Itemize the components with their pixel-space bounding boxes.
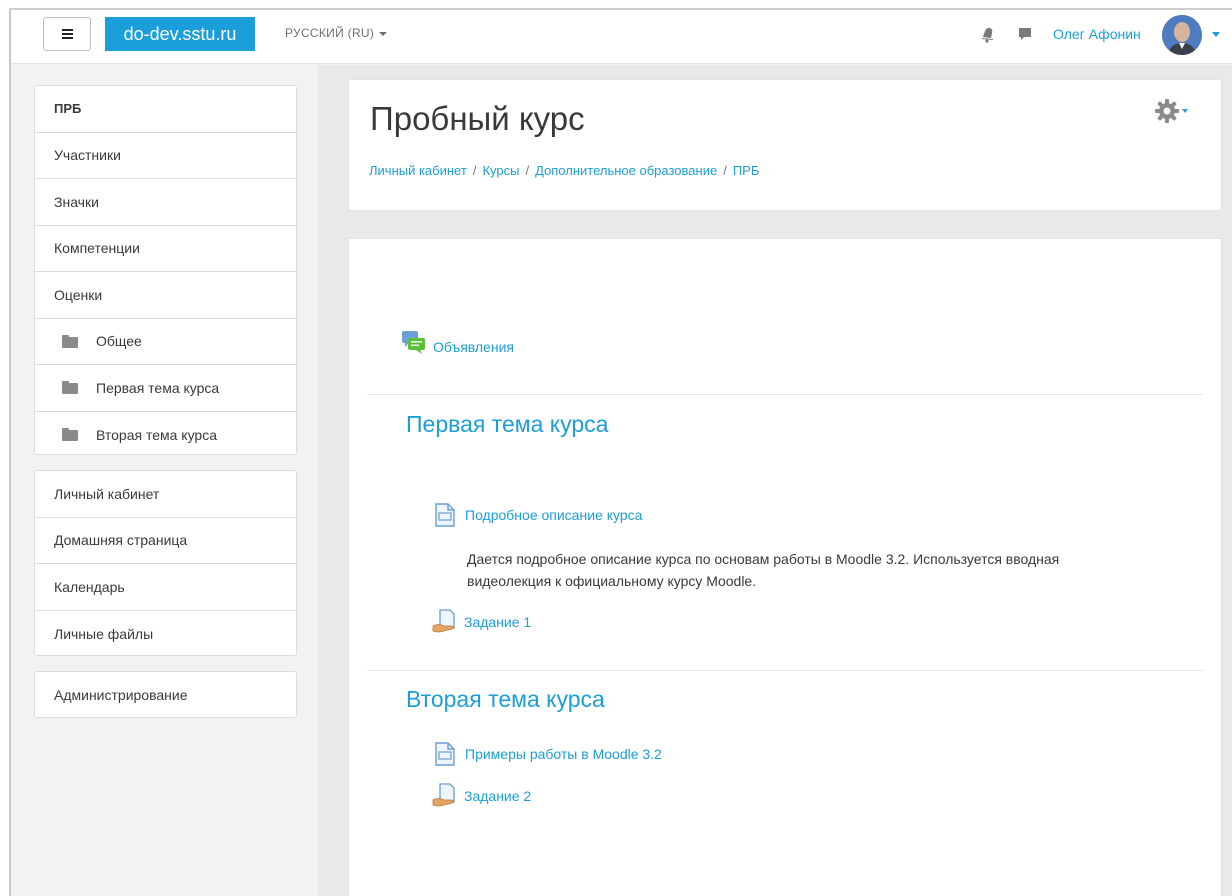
sidebar-item-label: ПРБ <box>54 101 82 117</box>
sidebar-item-label: Календарь <box>54 578 125 595</box>
user-name-link[interactable]: Олег Афонин <box>1053 26 1141 42</box>
language-menu[interactable]: РУССКИЙ (RU) <box>285 26 388 40</box>
top-navbar: do-dev.sstu.ru РУССКИЙ (RU) Олег Афонин <box>11 10 1232 64</box>
site-navigation-block: Личный кабинет Домашняя страница Календа… <box>34 470 297 656</box>
breadcrumb-link-dashboard[interactable]: Личный кабинет <box>369 163 467 178</box>
activity-page[interactable]: Подробное описание курса <box>434 503 642 527</box>
sidebar-item-label: Участники <box>54 147 121 164</box>
course-content: Объявления Первая тема курса Подробное о… <box>348 238 1222 896</box>
gear-icon[interactable] <box>1154 98 1180 124</box>
user-menu-chevron-icon[interactable] <box>1212 32 1220 37</box>
sidebar: ПРБ Участники Значки Компетенции Оценки … <box>11 65 318 896</box>
assignment-icon <box>432 609 455 633</box>
window-frame-left <box>0 0 9 896</box>
sidebar-item-badges[interactable]: Значки <box>35 179 296 226</box>
main-region: Пробный курс Личный кабинет / Курсы / Дополн… <box>318 65 1232 896</box>
activity-page[interactable]: Примеры работы в Moodle 3.2 <box>434 742 662 766</box>
breadcrumb-link-category[interactable]: Дополнительное образование <box>535 163 717 178</box>
chat-icon[interactable] <box>1017 26 1033 42</box>
sidebar-item-course[interactable]: ПРБ <box>35 86 296 133</box>
breadcrumb-separator: / <box>525 163 530 178</box>
sidebar-item-dashboard[interactable]: Личный кабинет <box>35 471 296 518</box>
site-name-link[interactable]: do-dev.sstu.ru <box>105 17 255 51</box>
user-avatar[interactable] <box>1162 15 1202 55</box>
sidebar-item-participants[interactable]: Участники <box>35 133 296 179</box>
assignment-icon <box>432 783 455 807</box>
page-title: Пробный курс <box>370 100 585 137</box>
sidebar-item-section-2[interactable]: Вторая тема курса <box>35 412 296 459</box>
sidebar-item-label: Компетенции <box>54 240 140 257</box>
breadcrumb-separator: / <box>472 163 477 178</box>
sidebar-item-label: Администрирование <box>54 687 188 704</box>
sidebar-item-administration[interactable]: Администрирование <box>35 672 296 719</box>
folder-icon <box>62 428 78 442</box>
section-title[interactable]: Первая тема курса <box>406 411 608 438</box>
page-icon <box>435 742 455 766</box>
course-navigation-block: ПРБ Участники Значки Компетенции Оценки … <box>34 85 297 455</box>
chevron-down-icon <box>379 31 388 36</box>
sidebar-item-calendar[interactable]: Календарь <box>35 564 296 611</box>
nav-drawer-toggle-button[interactable] <box>43 17 91 51</box>
activity-assignment[interactable]: Задание 1 <box>432 609 531 635</box>
sidebar-item-label: Первая тема курса <box>96 379 220 396</box>
sidebar-item-label: Вторая тема курса <box>96 426 217 443</box>
sidebar-item-label: Значки <box>54 193 99 210</box>
hamburger-icon <box>61 29 73 39</box>
sidebar-item-label: Общее <box>96 333 142 350</box>
sidebar-item-label: Домашняя страница <box>54 532 188 549</box>
language-label: РУССКИЙ (RU) <box>285 26 375 40</box>
window-frame-border <box>9 8 1232 10</box>
section-summary: Дается подробное описание курса по основ… <box>467 551 1060 589</box>
sidebar-item-home[interactable]: Домашняя страница <box>35 518 296 564</box>
sidebar-item-label: Личный кабинет <box>54 485 160 502</box>
activity-link[interactable]: Задание 2 <box>464 788 531 804</box>
breadcrumb-link-course[interactable]: ПРБ <box>733 163 760 178</box>
activity-assignment[interactable]: Задание 2 <box>432 783 531 809</box>
sidebar-item-general-section[interactable]: Общее <box>35 319 296 365</box>
folder-icon <box>62 334 78 348</box>
bell-icon[interactable] <box>980 25 996 43</box>
page-icon <box>435 503 455 527</box>
avatar-image <box>1162 15 1202 55</box>
forum-icon <box>402 331 425 354</box>
sidebar-item-label: Личные файлы <box>54 625 154 642</box>
sidebar-item-label: Оценки <box>54 286 103 303</box>
activity-link[interactable]: Подробное описание курса <box>465 507 642 523</box>
admin-block: Администрирование <box>34 671 297 718</box>
sidebar-item-section-1[interactable]: Первая тема курса <box>35 365 296 412</box>
section-title[interactable]: Вторая тема курса <box>406 686 605 713</box>
window-frame-border <box>9 9 11 896</box>
sidebar-item-competencies[interactable]: Компетенции <box>35 226 296 272</box>
section-divider <box>367 394 1203 395</box>
sidebar-item-grades[interactable]: Оценки <box>35 272 296 319</box>
folder-icon <box>62 381 78 395</box>
activity-announcements[interactable]: Объявления <box>401 330 514 356</box>
breadcrumb-separator: / <box>723 163 727 178</box>
breadcrumb-link-courses[interactable]: Курсы <box>482 163 519 178</box>
page-header: Пробный курс Личный кабинет / Курсы / Дополн… <box>348 79 1222 211</box>
activity-link[interactable]: Объявления <box>433 339 514 355</box>
breadcrumb: Личный кабинет / Курсы / Дополнительное обра… <box>369 163 759 178</box>
chevron-down-icon[interactable] <box>1182 109 1188 113</box>
activity-link[interactable]: Задание 1 <box>464 614 531 630</box>
sidebar-item-private-files[interactable]: Личные файлы <box>35 611 296 658</box>
activity-link[interactable]: Примеры работы в Moodle 3.2 <box>465 746 662 762</box>
section-divider <box>367 670 1203 671</box>
